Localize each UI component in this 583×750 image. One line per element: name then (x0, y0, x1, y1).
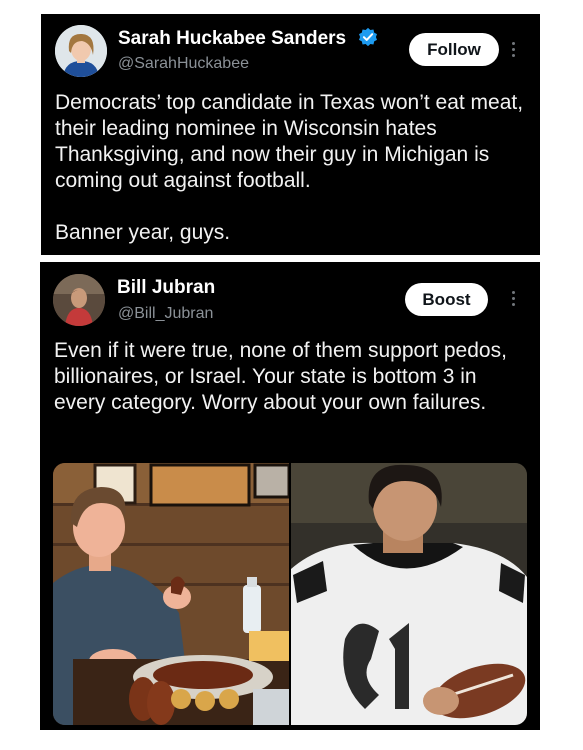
more-options-icon[interactable] (512, 42, 516, 60)
post-media[interactable] (53, 463, 527, 725)
author-name[interactable]: Bill Jubran (117, 277, 215, 299)
post-card: Bill Jubran @Bill_Jubran Boost Even if i… (40, 262, 540, 730)
post-text: Even if it were true, none of them suppo… (54, 339, 507, 414)
avatar-photo (53, 274, 105, 326)
follow-button[interactable]: Follow (409, 33, 499, 66)
photo-football-player (291, 463, 527, 725)
author-handle[interactable]: @Bill_Jubran (118, 305, 213, 323)
verified-badge-icon (359, 27, 377, 47)
avatar-photo (55, 25, 107, 77)
author-name[interactable]: Sarah Huckabee Sanders (118, 28, 346, 50)
more-options-icon[interactable] (512, 291, 516, 309)
post-card: Sarah Huckabee Sanders @SarahHuckabee Fo… (41, 14, 540, 255)
author-avatar[interactable] (53, 274, 105, 326)
media-images (53, 463, 527, 725)
photo-man-eating-barbecue (53, 463, 291, 725)
boost-button[interactable]: Boost (405, 283, 488, 316)
author-avatar[interactable] (55, 25, 107, 77)
post-text: Democrats’ top candidate in Texas won’t … (55, 91, 524, 244)
author-handle[interactable]: @SarahHuckabee (118, 55, 249, 73)
